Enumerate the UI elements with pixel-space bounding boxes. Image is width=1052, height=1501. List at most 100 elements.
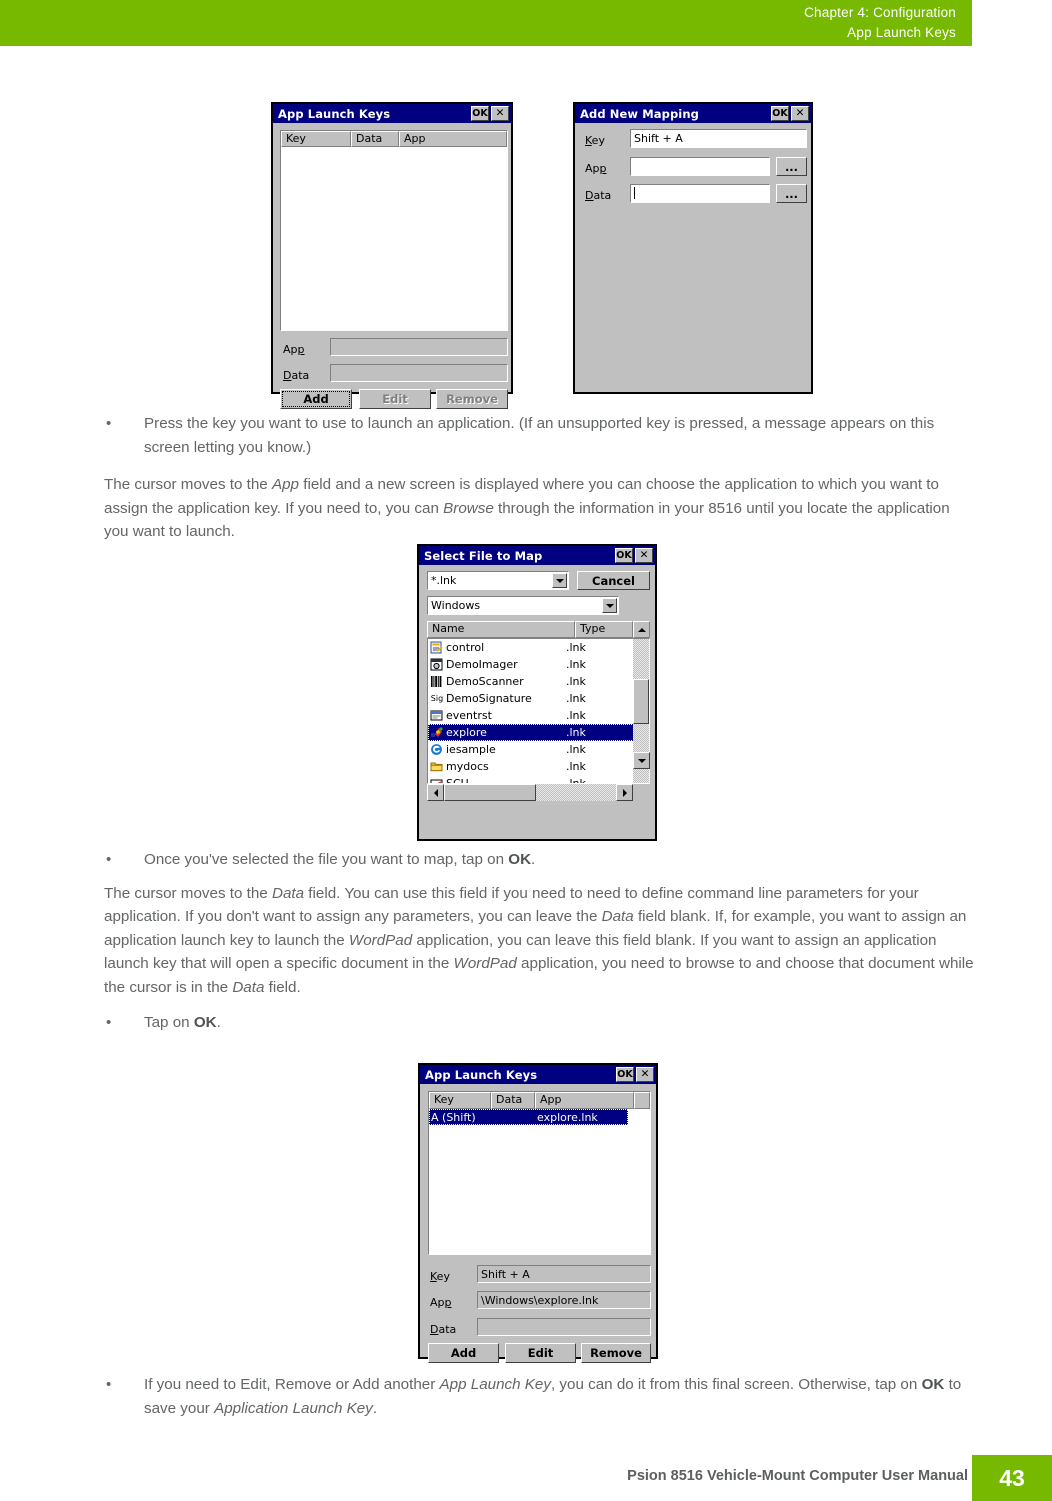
key-field-input[interactable]: Shift + A — [477, 1265, 651, 1283]
paragraph-cursor-moves-app: The cursor moves to the App field and a … — [104, 473, 976, 544]
app-field-label: App — [585, 162, 607, 175]
list-item[interactable]: mydocs .lnk — [428, 758, 634, 775]
column-header-type[interactable]: Type — [575, 621, 633, 638]
ok-titlebar-button[interactable]: OK — [471, 106, 489, 121]
imager-icon — [430, 658, 444, 671]
table-row[interactable]: A (Shift) explore.lnk — [429, 1109, 628, 1125]
app-browse-button[interactable]: ... — [776, 157, 807, 176]
chevron-down-icon[interactable] — [552, 573, 567, 588]
column-header-app[interactable]: App — [535, 1092, 634, 1109]
para1-part-a: The cursor moves to the — [104, 476, 272, 493]
app-field-input[interactable]: \Windows\explore.lnk — [477, 1291, 651, 1309]
list-item[interactable]: eventrst .lnk — [428, 707, 634, 724]
data-field-input[interactable] — [630, 184, 770, 203]
signature-icon: Sig — [430, 692, 444, 705]
bullet-glyph: • — [106, 415, 112, 432]
column-header-app[interactable]: App — [399, 131, 507, 147]
close-icon[interactable]: ✕ — [635, 548, 653, 563]
folder-icon — [430, 760, 444, 773]
column-header-name[interactable]: Name — [427, 621, 575, 638]
dialog-app-launch-keys-filled[interactable]: App Launch Keys OK ✕ Key Data App A (Shi… — [418, 1063, 658, 1363]
close-icon[interactable]: ✕ — [636, 1067, 654, 1082]
scroll-left-button[interactable] — [427, 784, 444, 801]
list-item[interactable]: Sig DemoSignature .lnk — [428, 690, 634, 707]
column-header-data[interactable]: Data — [351, 131, 399, 147]
key-field-input[interactable]: Shift + A — [630, 129, 807, 148]
list-item[interactable]: DemoScanner .lnk — [428, 673, 634, 690]
page-header-band: Chapter 4: Configuration App Launch Keys — [0, 0, 972, 46]
dialog-body: Key Shift + A App ... Data ... — [575, 123, 811, 392]
bullet-item-edit-remove-add: • If you need to Edit, Remove or Add ano… — [104, 1373, 976, 1420]
app-field-label: App — [430, 1296, 452, 1309]
dialog-add-new-mapping[interactable]: Add New Mapping OK ✕ Key Shift + A App .… — [573, 102, 813, 394]
list-item[interactable]: DemoImager .lnk — [428, 656, 634, 673]
file-type: .lnk — [566, 709, 586, 722]
edit-button-label: Edit — [527, 1346, 554, 1360]
hscrollbar-track[interactable] — [536, 784, 616, 801]
edit-button[interactable]: Edit — [359, 389, 431, 409]
column-header-data[interactable]: Data — [491, 1092, 535, 1109]
file-type: .lnk — [566, 675, 586, 688]
ok-titlebar-button[interactable]: OK — [615, 548, 633, 563]
column-header-key[interactable]: Key — [429, 1092, 491, 1109]
listview-rows-empty[interactable] — [281, 147, 507, 330]
data-field-input[interactable] — [477, 1318, 651, 1336]
add-button-label: Add — [450, 1346, 477, 1360]
app-field-input[interactable] — [330, 338, 508, 356]
scrollbar-track-upper[interactable] — [633, 639, 649, 679]
para1-browse-emphasis: Browse — [443, 499, 494, 517]
dialog-select-file-to-map[interactable]: Select File to Map OK ✕ *.lnk Cancel Win… — [417, 544, 657, 841]
text-block-three: • If you need to Edit, Remove or Add ano… — [104, 1373, 976, 1420]
data-field-label: Data — [283, 369, 310, 382]
file-filter-combo[interactable]: *.lnk — [427, 571, 569, 590]
file-list-rows[interactable]: control .lnk DemoImager .lnk DemoScanner… — [427, 638, 650, 784]
launch-keys-listview[interactable]: Key Data App A (Shift) explore.lnk — [428, 1091, 651, 1255]
remove-button[interactable]: Remove — [581, 1343, 651, 1363]
column-header-key[interactable]: Key — [281, 131, 351, 147]
app-field-input[interactable] — [630, 157, 770, 176]
hscrollbar-thumb[interactable] — [444, 784, 536, 801]
close-icon[interactable]: ✕ — [491, 106, 509, 121]
dialog-body: Key Data App App Data Add Edit Remove — [273, 123, 511, 409]
bullet2-part-b: . — [531, 851, 536, 868]
dialog-app-launch-keys-empty[interactable]: App Launch Keys OK ✕ Key Data App App Da… — [271, 102, 513, 409]
data-browse-button[interactable]: ... — [776, 184, 807, 203]
scrollbar-thumb[interactable] — [633, 679, 649, 724]
file-rows-viewport: control .lnk DemoImager .lnk DemoScanner… — [428, 639, 634, 783]
file-name: eventrst — [446, 709, 492, 722]
chevron-down-icon[interactable] — [602, 598, 617, 613]
scroll-up-button[interactable] — [633, 621, 650, 638]
launch-keys-listview[interactable]: Key Data App — [280, 130, 508, 331]
dialog-title: App Launch Keys — [278, 106, 391, 121]
ok-titlebar-button[interactable]: OK — [771, 106, 789, 121]
file-list-container: Name Type control .lnk DemoImager .lnk D… — [427, 621, 650, 801]
horizontal-scrollbar[interactable] — [427, 784, 633, 801]
scu-icon — [430, 777, 444, 783]
add-button[interactable]: Add — [428, 1343, 499, 1363]
scroll-down-button[interactable] — [633, 752, 650, 769]
remove-button[interactable]: Remove — [436, 389, 508, 409]
ok-titlebar-button[interactable]: OK — [616, 1067, 634, 1082]
file-name: control — [446, 641, 485, 654]
list-item[interactable]: SCU .lnk — [428, 775, 634, 783]
list-item[interactable]: control .lnk — [428, 639, 634, 656]
header-chapter-title: Chapter 4: Configuration — [804, 5, 956, 20]
close-icon[interactable]: ✕ — [791, 106, 809, 121]
add-button[interactable]: Add — [280, 389, 352, 409]
edit-button[interactable]: Edit — [505, 1343, 576, 1363]
cancel-button[interactable]: Cancel — [577, 571, 650, 590]
app-field-label: App — [283, 343, 305, 356]
remove-button-label: Remove — [446, 392, 498, 406]
para2-wordpad-emphasis-2: WordPad — [453, 955, 517, 972]
folder-combo[interactable]: Windows — [427, 596, 619, 615]
list-item[interactable]: iesample .lnk — [428, 741, 634, 758]
list-item[interactable]: explore .lnk — [428, 724, 634, 741]
paragraph-cursor-moves-data: The cursor moves to the Data field. You … — [104, 882, 976, 1000]
file-name: explore — [446, 726, 487, 739]
edit-button-label: Edit — [382, 392, 408, 406]
data-field-input[interactable] — [330, 364, 508, 382]
bullet4-alk-emphasis-1: App Launch Key — [439, 1376, 551, 1393]
internet-explorer-icon — [430, 743, 444, 756]
file-list-header: Name Type — [427, 621, 650, 638]
scroll-right-button[interactable] — [616, 784, 633, 801]
